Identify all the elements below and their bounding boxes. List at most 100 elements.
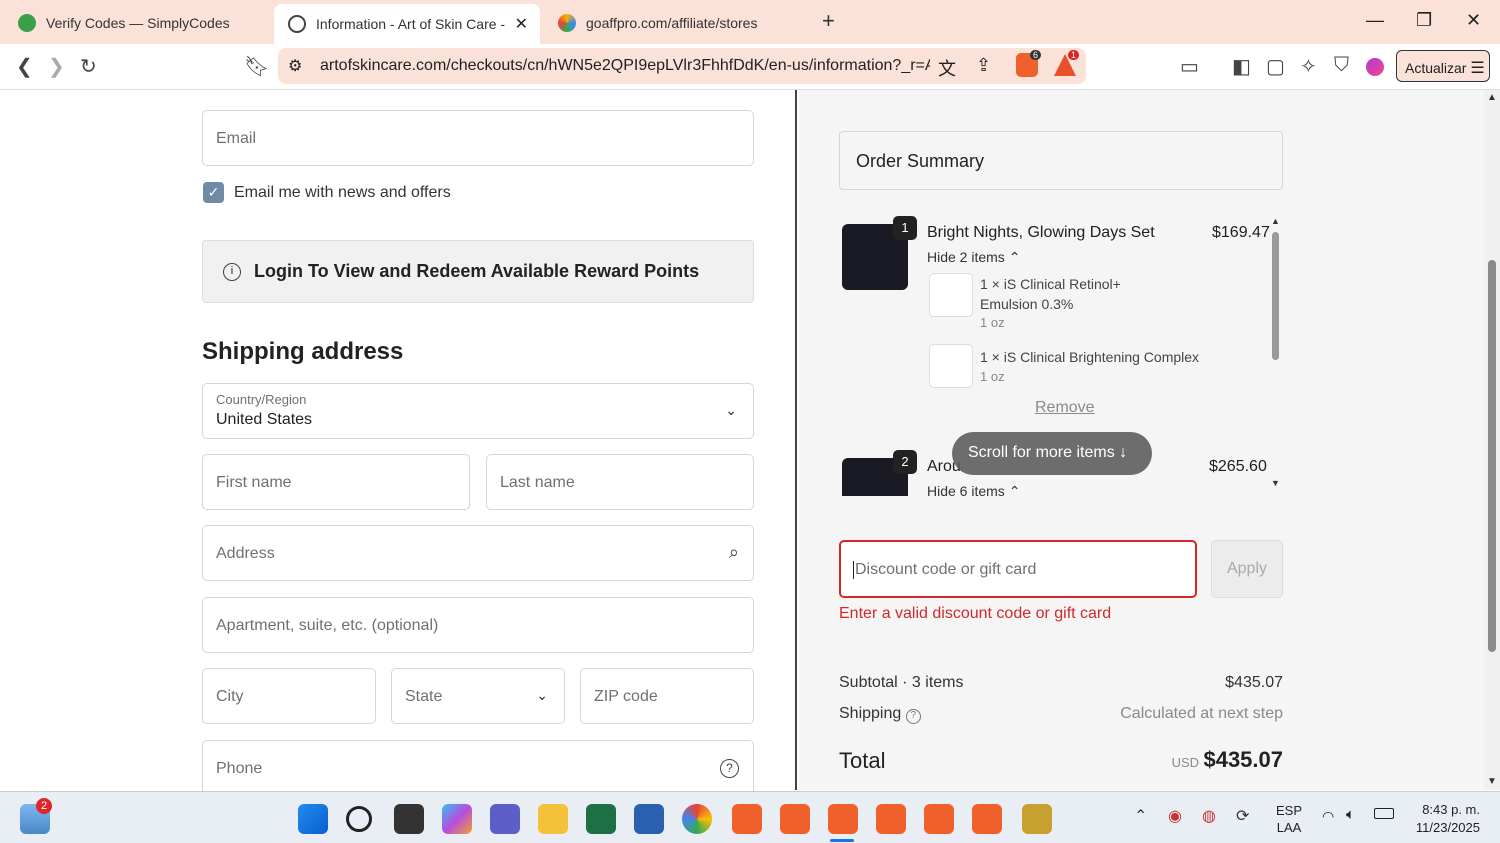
remove-link[interactable]: Remove: [1035, 399, 1095, 417]
info-icon: i: [223, 263, 241, 281]
globe-icon: [288, 15, 306, 33]
news-checkbox[interactable]: ✓: [203, 182, 224, 203]
phone-field[interactable]: Phone ?: [202, 740, 754, 796]
country-select[interactable]: Country/Region United States ⌄: [202, 383, 754, 439]
reload-icon[interactable]: ↻: [80, 54, 97, 79]
shipping-value: Calculated at next step: [1120, 705, 1283, 722]
taskbar: 2 ⌃ ◉ ◍ ⟳ ESP LAA ◠ 🔈︎ 8:43 p. m. 11/23/…: [0, 791, 1500, 843]
scroll-thumb[interactable]: [1272, 232, 1279, 360]
page-scroll-thumb[interactable]: [1488, 260, 1496, 652]
rewards-banner[interactable]: i Login To View and Redeem Available Rew…: [202, 240, 754, 303]
close-window-button[interactable]: ✕: [1466, 10, 1481, 31]
forward-icon[interactable]: ❯: [48, 54, 65, 79]
file-explorer-icon[interactable]: [538, 804, 568, 834]
translate-icon[interactable]: 文: [938, 55, 956, 81]
email-field[interactable]: Email: [202, 110, 754, 166]
brave-icon[interactable]: [780, 804, 810, 834]
apply-button[interactable]: Apply: [1211, 540, 1283, 598]
new-tab-button[interactable]: +: [822, 8, 835, 34]
sidebar-icon[interactable]: ◧: [1232, 54, 1251, 79]
total-label: Total: [839, 748, 886, 773]
chevron-down-icon: ⌄: [536, 687, 548, 703]
chrome-icon[interactable]: [682, 804, 712, 834]
volume-icon[interactable]: 🔈︎: [1346, 806, 1355, 823]
address-field[interactable]: Address ⌕: [202, 525, 754, 581]
tray-app-icon[interactable]: ◉: [1168, 806, 1182, 826]
last-name-field[interactable]: Last name: [486, 454, 754, 510]
item-name: Bright Nights, Glowing Days Set: [927, 224, 1155, 241]
profile-icon[interactable]: [1366, 58, 1384, 76]
update-button[interactable]: Actualizar ☰: [1396, 50, 1490, 82]
zip-field[interactable]: ZIP code: [580, 668, 754, 724]
state-select[interactable]: State ⌄: [391, 668, 565, 724]
sub-product-image: [929, 273, 973, 317]
sub-item-name: 1 × iS Clinical Retinol+ Emulsion 0.3%: [980, 276, 1121, 312]
back-icon[interactable]: ❮: [16, 54, 33, 79]
item-price: $265.60: [1209, 458, 1267, 475]
discount-code-input[interactable]: Discount code or gift card: [839, 540, 1197, 598]
scroll-up-arrow[interactable]: ▲: [1487, 92, 1497, 103]
site-info-icon[interactable]: ⚙︎: [288, 56, 302, 76]
tab-information[interactable]: Information - Art of Skin Care - C ✕: [274, 4, 540, 44]
search-icon: ⌕: [728, 542, 739, 562]
vpn-icon[interactable]: ⛉: [1334, 54, 1349, 77]
scroll-up-arrow[interactable]: ▲: [1271, 216, 1280, 226]
shields-badge: 6: [1030, 50, 1042, 60]
hide-items-toggle[interactable]: Hide 2 items ⌃: [927, 249, 1020, 266]
scroll-down-arrow[interactable]: ▼: [1271, 478, 1280, 488]
brave-icon[interactable]: [972, 804, 1002, 834]
excel-icon[interactable]: [586, 804, 616, 834]
items-scrollbar[interactable]: ▲ ▼: [1269, 216, 1281, 492]
menu-icon: ☰: [1470, 60, 1485, 77]
page-scrollbar[interactable]: ▲ ▼: [1484, 90, 1500, 790]
shipping-heading: Shipping address: [202, 338, 404, 365]
tab-verify-codes[interactable]: Verify Codes — SimplyCodes: [4, 6, 270, 40]
arrow-down-icon: ↓: [1119, 444, 1128, 461]
bookmark-icon[interactable]: 🔖︎: [244, 54, 269, 79]
city-field[interactable]: City: [202, 668, 376, 724]
order-summary-header[interactable]: Order Summary: [839, 131, 1283, 190]
scroll-down-arrow[interactable]: ▼: [1487, 776, 1497, 787]
chevron-up-icon: ⌃: [1008, 483, 1021, 496]
app-icon[interactable]: [1022, 804, 1052, 834]
checkout-form: Email ✓ Email me with news and offers i …: [0, 90, 797, 796]
apartment-field[interactable]: Apartment, suite, etc. (optional): [202, 597, 754, 653]
goaffpro-icon: [558, 14, 576, 32]
wallet-icon[interactable]: ▢: [1266, 54, 1285, 79]
clock[interactable]: 8:43 p. m. 11/23/2025: [1408, 801, 1480, 837]
reader-icon[interactable]: ▭: [1180, 54, 1199, 79]
close-tab-icon[interactable]: ✕: [515, 14, 528, 34]
copilot-icon[interactable]: [442, 804, 472, 834]
help-icon[interactable]: ?: [720, 759, 739, 778]
discount-error: Enter a valid discount code or gift card: [839, 605, 1112, 622]
brave-icon[interactable]: [732, 804, 762, 834]
tray-app-icon[interactable]: ◍: [1202, 806, 1216, 826]
windows-start-icon[interactable]: [298, 804, 328, 834]
hide-items-toggle[interactable]: Hide 6 items ⌃: [927, 483, 1020, 496]
word-icon[interactable]: [634, 804, 664, 834]
subtotal-label: Subtotal · 3 items: [839, 674, 964, 691]
shipping-label: Shipping ?: [839, 705, 921, 724]
address-bar[interactable]: ⚙︎ artofskincare.com/checkouts/cn/hWN5e2…: [278, 48, 1086, 84]
teams-icon[interactable]: [490, 804, 520, 834]
tab-goaffpro[interactable]: goaffpro.com/affiliate/stores: [544, 6, 810, 40]
total-amount: USD $435.07: [1171, 747, 1283, 772]
minimize-button[interactable]: —: [1366, 10, 1384, 31]
brave-icon[interactable]: [924, 804, 954, 834]
help-icon[interactable]: ?: [905, 709, 921, 724]
language-indicator[interactable]: ESP LAA: [1276, 802, 1302, 836]
first-name-field[interactable]: First name: [202, 454, 470, 510]
scroll-for-more-button[interactable]: Scroll for more items ↓: [952, 432, 1152, 475]
brave-icon[interactable]: [876, 804, 906, 834]
search-icon[interactable]: [346, 806, 372, 832]
quantity-badge: 1: [893, 216, 917, 240]
share-icon[interactable]: ⇪: [976, 55, 991, 76]
task-view-icon[interactable]: [394, 804, 424, 834]
chevron-up-icon[interactable]: ⌃: [1134, 806, 1147, 826]
maximize-button[interactable]: ❐: [1416, 10, 1432, 31]
sync-icon[interactable]: ⟳: [1236, 806, 1249, 826]
battery-icon[interactable]: [1374, 808, 1394, 819]
leo-ai-icon[interactable]: ✧: [1300, 54, 1317, 79]
brave-icon[interactable]: [828, 804, 858, 834]
wifi-icon[interactable]: ◠: [1322, 808, 1334, 825]
